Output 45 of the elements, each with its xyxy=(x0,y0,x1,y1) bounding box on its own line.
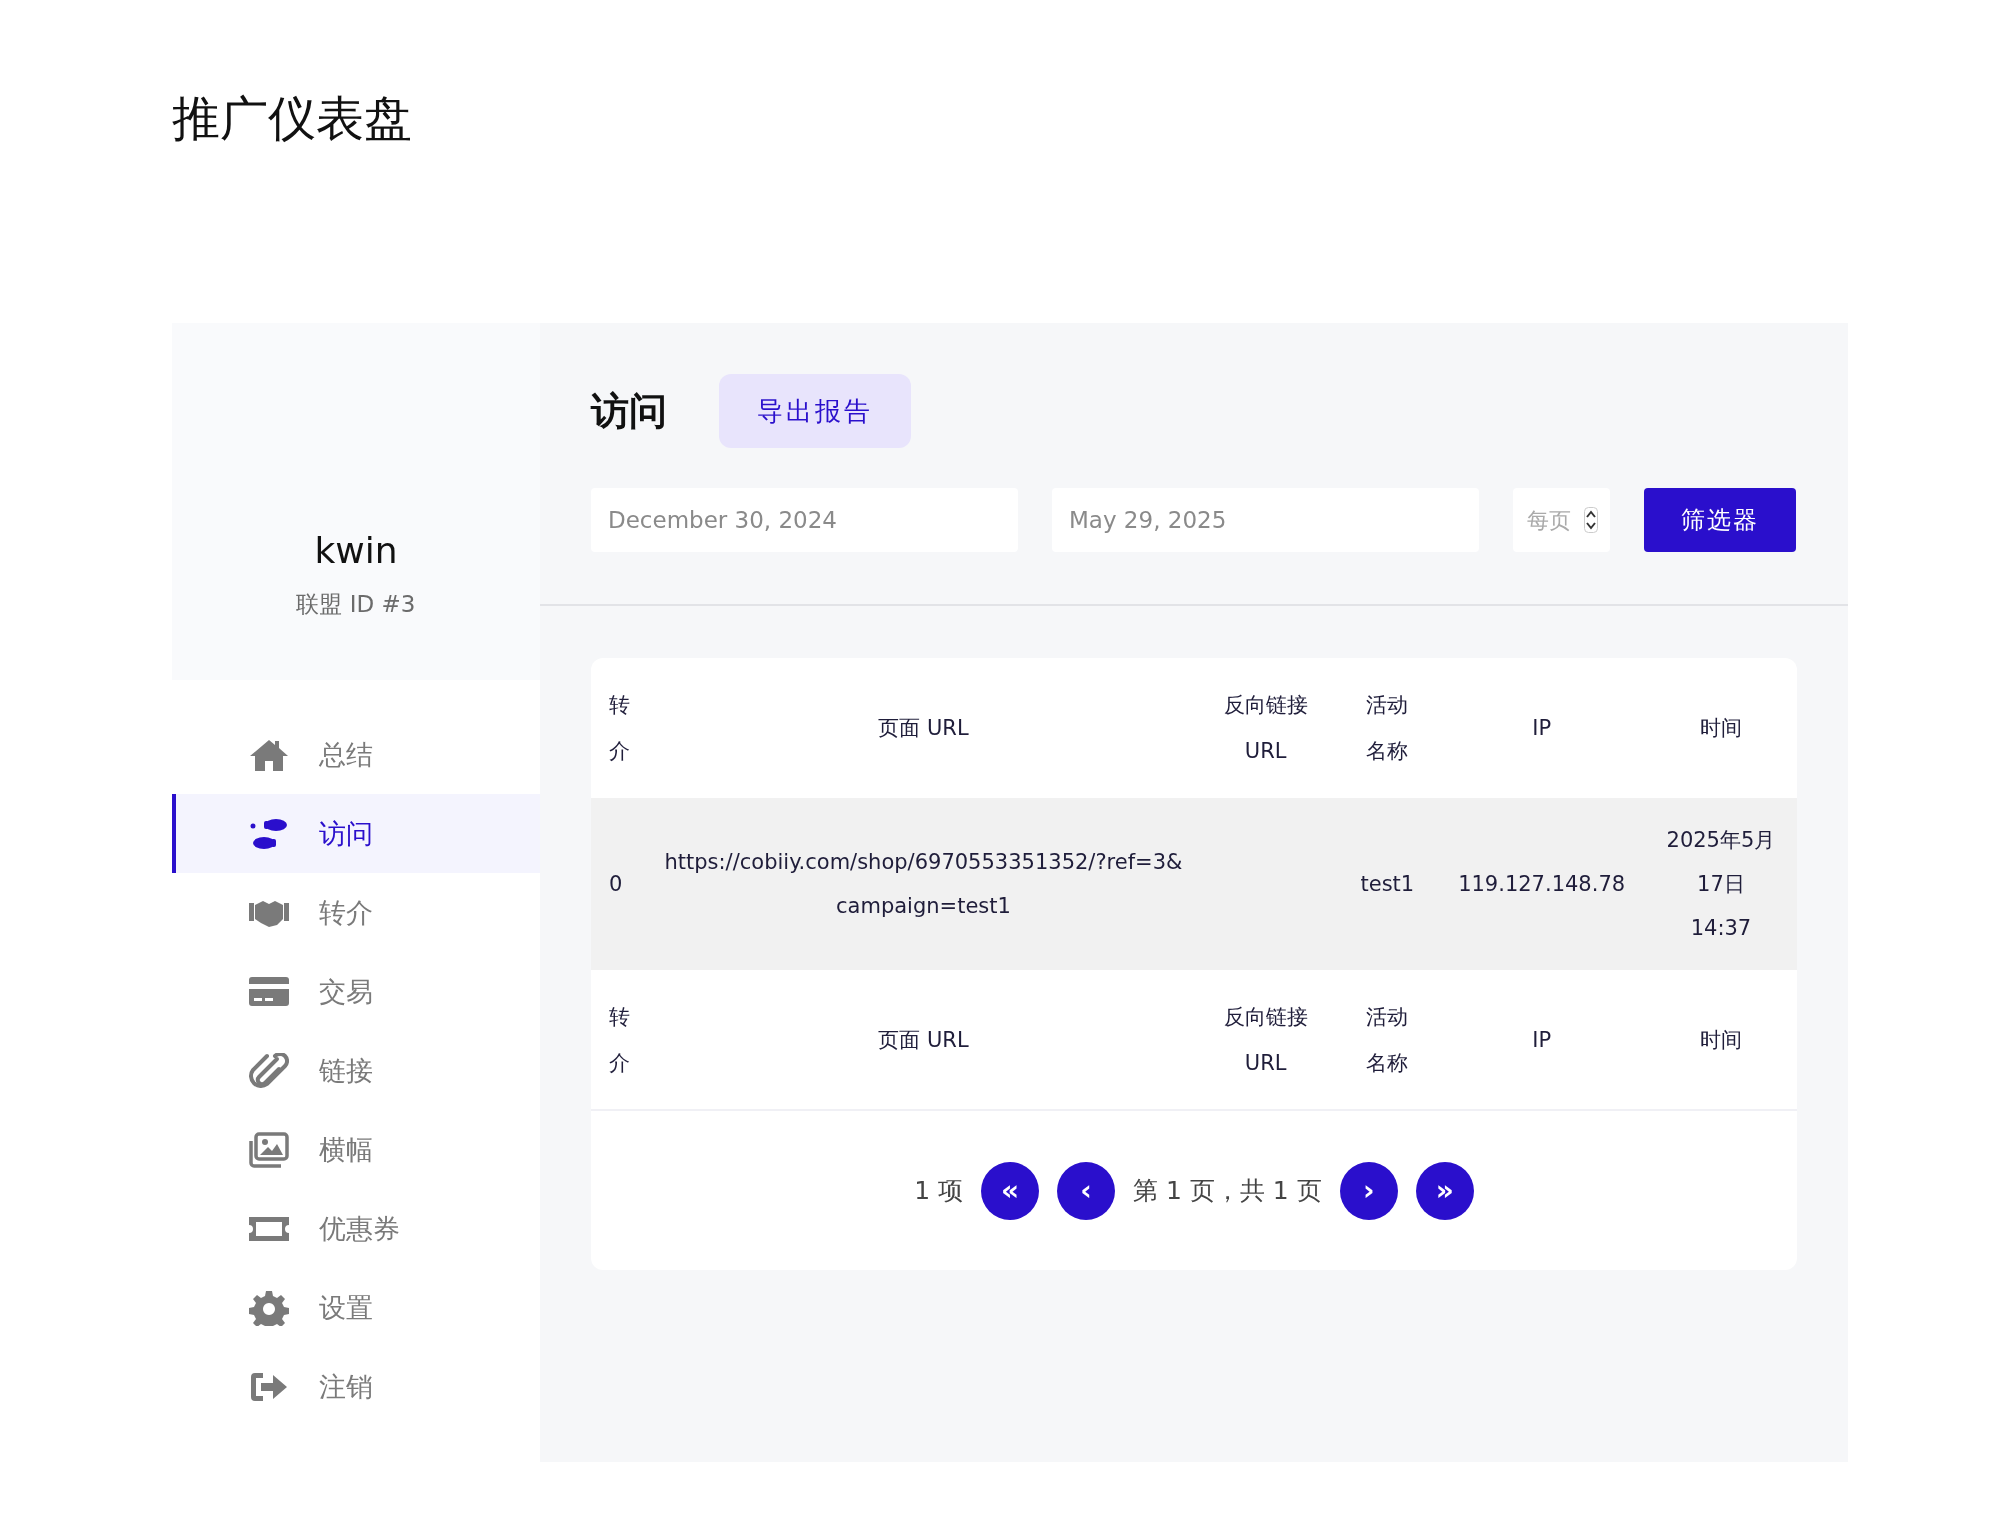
column-header: 时间 xyxy=(1644,658,1797,798)
column-header: IP xyxy=(1438,658,1645,798)
first-page-button[interactable]: « xyxy=(981,1161,1040,1220)
user-name: kwin xyxy=(314,530,398,571)
page-title: 推广仪表盘 xyxy=(172,89,413,148)
sidebar-item[interactable]: 总结 xyxy=(172,715,540,794)
page-info: 第 1 页，共 1 页 xyxy=(1133,1175,1322,1207)
column-footer: 反向链接 URL xyxy=(1195,970,1337,1110)
table-cell: test1 xyxy=(1336,798,1439,970)
column-header: 页面 URL xyxy=(651,658,1196,798)
section-title: 访问 xyxy=(591,387,667,435)
sidebar-item[interactable]: 访问 xyxy=(172,794,540,873)
last-page-button[interactable]: » xyxy=(1415,1161,1474,1220)
sidebar-item[interactable]: 交易 xyxy=(172,952,540,1031)
sidebar-item[interactable]: 优惠券 xyxy=(172,1189,540,1268)
column-footer: 页面 URL xyxy=(651,970,1196,1110)
spinner-icon[interactable] xyxy=(1584,507,1598,533)
sidebar-item[interactable]: 设置 xyxy=(172,1268,540,1347)
sidebar-item[interactable]: 注销 xyxy=(172,1347,540,1426)
sidebar-item[interactable]: 转介 xyxy=(172,873,540,952)
table-cell: https://cobiiy.com/shop/6970553351352/?ref=3&campaign=test1 xyxy=(651,798,1196,970)
images-icon xyxy=(249,1131,289,1168)
next-page-button[interactable]: › xyxy=(1339,1161,1398,1220)
column-header: 转介 xyxy=(591,658,652,798)
table-cell: 119.127.148.78 xyxy=(1438,798,1645,970)
sidebar-item[interactable]: 链接 xyxy=(172,1031,540,1110)
column-header: 活动名称 xyxy=(1336,658,1439,798)
previous-page-button[interactable]: ‹ xyxy=(1057,1161,1116,1220)
affiliate-id: 联盟 ID #3 xyxy=(296,590,416,619)
sidebar-item[interactable]: 横幅 xyxy=(172,1110,540,1189)
table-cell: 0 xyxy=(591,798,652,970)
start-date-field[interactable]: December 30, 2024 xyxy=(591,488,1018,552)
column-header: 反向链接 URL xyxy=(1195,658,1337,798)
column-footer: 转介 xyxy=(591,970,652,1110)
item-count: 1 项 xyxy=(914,1175,964,1207)
column-footer: 时间 xyxy=(1644,970,1797,1110)
filter-button[interactable]: 筛选器 xyxy=(1644,488,1796,552)
column-footer: 活动名称 xyxy=(1336,970,1439,1110)
paperclip-icon xyxy=(249,1052,289,1089)
column-footer: IP xyxy=(1438,970,1645,1110)
table-cell: 2025年5月17日 14:37 xyxy=(1644,798,1797,970)
export-button[interactable]: 导出报告 xyxy=(719,374,911,448)
settings-icon xyxy=(249,1289,289,1326)
end-date-field[interactable]: May 29, 2025 xyxy=(1052,488,1479,552)
per-page-field[interactable]: 每页 xyxy=(1513,488,1610,552)
